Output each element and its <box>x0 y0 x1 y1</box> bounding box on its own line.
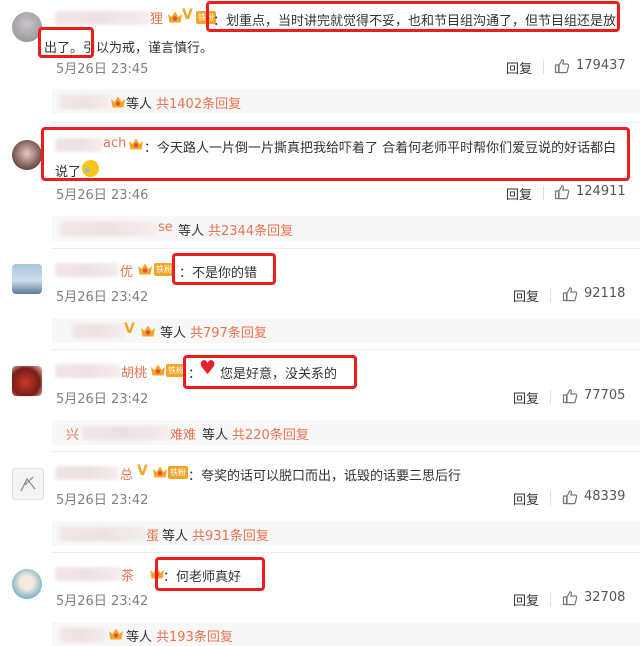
highlight-box <box>172 253 276 285</box>
divider <box>52 349 640 350</box>
vip-v-icon: V <box>182 7 193 23</box>
sub-label: 等人 <box>178 224 205 239</box>
divider <box>52 122 640 123</box>
sub-label: 等人 <box>126 97 153 112</box>
sub-reply-count[interactable]: 共2344条回复 <box>208 220 293 239</box>
fan-badge: 铁粉 <box>168 466 188 479</box>
sub-label: 等人 <box>202 428 229 443</box>
sub-username <box>72 324 124 338</box>
sub-reply-count[interactable]: 共220条回复 <box>232 424 309 443</box>
comment-text: ：夸奖的话可以脱口而出，诋毁的话要三思后行 <box>188 469 462 484</box>
like-count: 124911 <box>576 184 626 199</box>
divider <box>550 390 551 404</box>
sub-username-tail: 难难 <box>170 428 197 443</box>
sub-username <box>60 628 106 642</box>
avatar[interactable] <box>12 366 42 396</box>
divider <box>550 288 551 302</box>
reply-button[interactable]: 回复 <box>506 58 532 77</box>
comment-item: 狸 V 铁粉 ：划重点，当时讲完就觉得不妥，也和节目组沟通了，但节目组还是放 出… <box>0 0 640 100</box>
username-tail[interactable]: 总 <box>120 464 133 483</box>
timestamp: 5月26日 23:42 <box>56 290 149 305</box>
divider <box>550 491 551 505</box>
divider <box>52 552 640 553</box>
sub-replies-bar[interactable]: 等人 共1402条回复 <box>52 89 640 114</box>
comment-item: ach ：今天路人一片倒一片撕真把我给吓着了 合着何老师平时帮你们爱豆说的好话都… <box>0 125 640 225</box>
timestamp: 5月26日 23:42 <box>56 594 149 609</box>
like-count: 32708 <box>584 590 626 605</box>
like-count: 48339 <box>584 489 626 504</box>
sub-reply-count[interactable]: 共193条回复 <box>156 626 233 645</box>
sub-username-tail: 蛋 <box>146 529 160 544</box>
divider <box>52 451 640 452</box>
highlight-box <box>41 127 630 181</box>
avatar[interactable] <box>12 264 42 294</box>
highlight-box <box>183 355 357 389</box>
divider <box>543 186 544 200</box>
sub-username-head: 兴 <box>66 428 80 443</box>
like-count: 92118 <box>584 286 626 301</box>
vip-v-icon: V <box>124 321 135 337</box>
reply-button[interactable]: 回复 <box>513 489 539 508</box>
username[interactable] <box>55 11 150 25</box>
username-tail[interactable]: 优 <box>120 261 133 280</box>
divider <box>550 592 551 606</box>
sub-username <box>60 527 146 541</box>
sub-label: 等人 <box>162 529 189 544</box>
vip-v-icon: V <box>137 463 148 479</box>
sub-reply-count[interactable]: 共931条回复 <box>192 525 269 544</box>
avatar[interactable] <box>12 569 42 599</box>
timestamp: 5月26日 23:42 <box>56 493 149 508</box>
username[interactable] <box>55 466 119 480</box>
sub-reply-count[interactable]: 共797条回复 <box>190 322 267 341</box>
sub-replies-bar[interactable]: 等人 共193条回复 <box>52 622 640 646</box>
like-count: 179437 <box>576 58 626 73</box>
highlight-box <box>206 1 620 32</box>
reply-button[interactable]: 回复 <box>513 590 539 609</box>
highlight-box <box>155 557 265 591</box>
timestamp: 5月26日 23:46 <box>56 188 149 203</box>
username-tail[interactable]: 狸 <box>150 8 163 27</box>
reply-button[interactable]: 回复 <box>513 286 539 305</box>
reply-button[interactable]: 回复 <box>513 388 539 407</box>
sub-username <box>60 95 110 109</box>
username[interactable] <box>55 364 121 378</box>
timestamp: 5月26日 23:45 <box>56 62 149 77</box>
timestamp: 5月26日 23:42 <box>56 392 149 407</box>
avatar[interactable] <box>12 140 42 170</box>
username-tail[interactable]: 茶 <box>121 565 134 584</box>
sub-reply-count[interactable]: 共1402条回复 <box>156 93 241 112</box>
sub-label: 等人 <box>160 326 187 341</box>
reply-button[interactable]: 回复 <box>506 184 532 203</box>
sub-username-tail: se <box>158 220 173 235</box>
username[interactable] <box>55 263 119 277</box>
like-count: 77705 <box>584 388 626 403</box>
username-tail[interactable]: 胡桃 <box>121 362 147 381</box>
sub-replies-bar[interactable]: 兴 难难 等人 共220条回复 <box>52 420 640 445</box>
divider <box>543 60 544 74</box>
fan-badge: 铁粉 <box>154 263 174 276</box>
sub-replies-bar[interactable]: V 等人 共797条回复 <box>52 318 640 343</box>
avatar[interactable] <box>12 468 44 500</box>
username[interactable] <box>55 567 121 581</box>
sub-username <box>60 222 158 236</box>
sub-replies-bar[interactable]: se 等人 共2344条回复 <box>52 216 640 241</box>
sub-username <box>82 426 170 440</box>
sub-label: 等人 <box>126 630 153 645</box>
divider <box>52 248 640 249</box>
highlight-box <box>38 27 94 58</box>
sub-replies-bar[interactable]: 蛋 等人 共931条回复 <box>52 521 640 546</box>
